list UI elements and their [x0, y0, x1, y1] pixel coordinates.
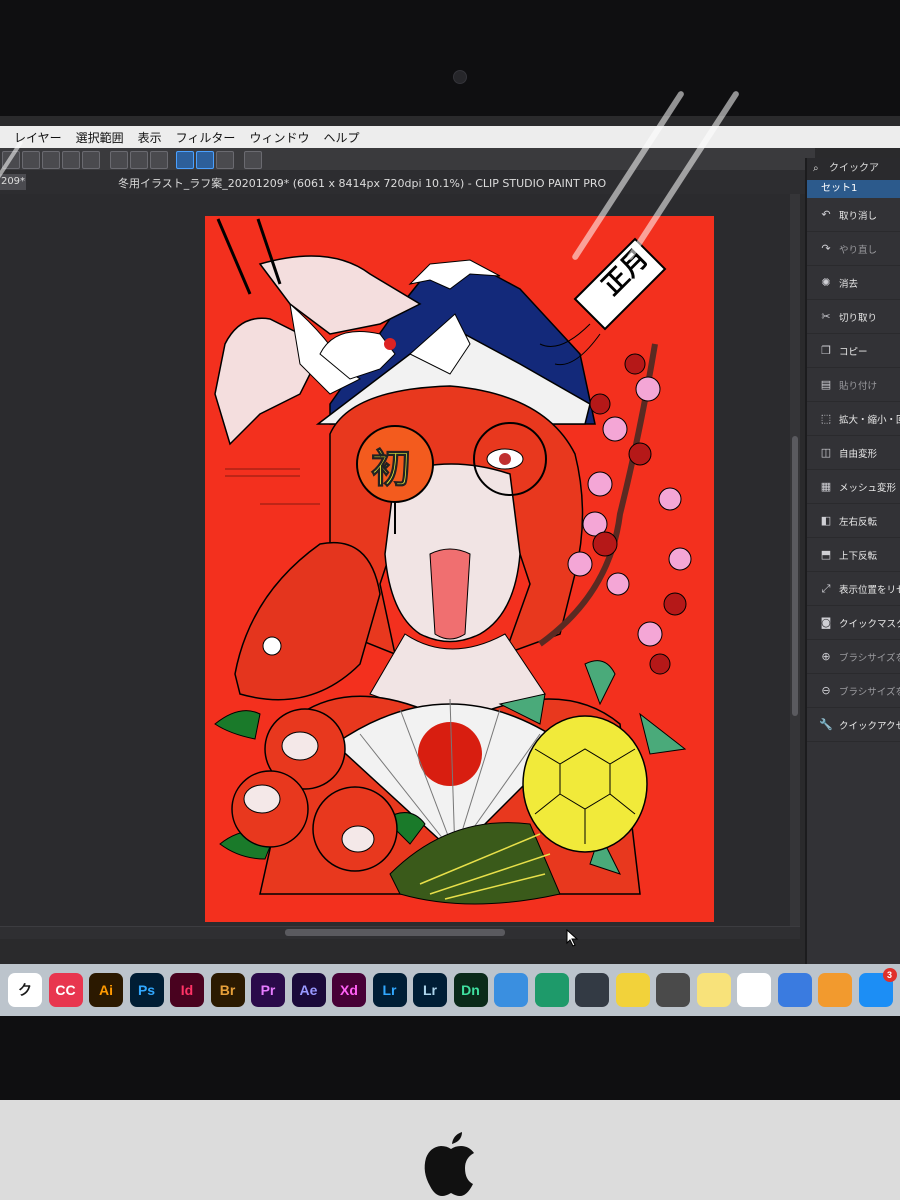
dock-app-lightroom[interactable]: Lr — [372, 973, 407, 1007]
invert-selection-button[interactable] — [42, 151, 60, 169]
reset-view-icon: ⤢ — [821, 581, 831, 595]
artwork: 正月 初 — [205, 216, 714, 922]
menu-help[interactable]: ヘルプ — [323, 129, 359, 146]
scissors-icon: ✂ — [821, 310, 831, 323]
dock-app-indesign[interactable]: Id — [170, 973, 204, 1007]
dock-app-illustrator[interactable]: Ai — [89, 973, 123, 1007]
clear-icon: ✺ — [821, 276, 831, 289]
dock-app-brackets[interactable] — [575, 973, 609, 1007]
mesh-transform-icon: ▦ — [820, 480, 832, 493]
dock-app-after-effects[interactable]: Ae — [291, 973, 326, 1007]
qa-settings[interactable]: 🔧クイックアクセス設定 — [807, 708, 900, 742]
artwork-page: 正月 初 — [205, 216, 714, 922]
qa-clear[interactable]: ✺ 消去 — [807, 266, 900, 300]
dock-app-premiere[interactable]: Pr — [251, 973, 285, 1007]
brush-size-up-icon: ⊕ — [821, 650, 831, 663]
quick-access-set-selector[interactable]: セット1 — [807, 180, 900, 198]
search-icon[interactable]: ⌕ — [813, 158, 819, 180]
dock-app-numbers[interactable] — [737, 973, 771, 1007]
dock-app-image-capture[interactable] — [656, 973, 690, 1007]
horizontal-scroll-thumb[interactable] — [285, 929, 505, 936]
document-title: 冬用イラスト_ラフ案_20201209* (6061 x 8414px 720d… — [118, 177, 607, 190]
dock-app-notes[interactable] — [696, 973, 731, 1007]
qa-cut[interactable]: ✂ 切り取り — [807, 300, 900, 334]
qa-paste[interactable]: ▤ 貼り付け — [807, 368, 900, 402]
stamp-text: 初 — [371, 446, 411, 492]
dock-app-xd[interactable]: Xd — [332, 973, 366, 1007]
qa-redo[interactable]: ↷ やり直し — [807, 232, 900, 266]
menu-bar: レイヤー 選択範囲 表示 フィルター ウィンドウ ヘルプ — [0, 126, 900, 148]
dock-app-bridge[interactable]: Br — [210, 973, 245, 1007]
qa-reset-view[interactable]: ⤢表示位置をリセット — [807, 572, 900, 606]
help-button[interactable] — [244, 151, 262, 169]
paste-icon: ▤ — [820, 378, 832, 391]
crop-button[interactable] — [82, 151, 100, 169]
free-transform-icon: ◫ — [820, 446, 832, 459]
dock-app-cyberduck[interactable] — [615, 973, 650, 1007]
dock: ク CC Ai Ps Id Br Pr Ae Xd Lr Lr Dn 3 — [0, 964, 900, 1016]
dock-app-app-store[interactable]: 3 — [858, 968, 897, 1007]
qa-flip-horizontal[interactable]: ◧ 左右反転 — [807, 504, 900, 538]
flip-vertical-icon: ⬒ — [820, 548, 832, 561]
document-bar: 209* 冬用イラスト_ラフ案_20201209* (6061 x 8414px… — [0, 170, 815, 194]
clear-selection-button[interactable] — [22, 151, 40, 169]
pen-snap-button[interactable] — [176, 151, 194, 169]
notification-badge: 3 — [882, 968, 897, 982]
dock-app-clip-studio[interactable]: ク — [8, 973, 42, 1007]
dock-app-photoshop[interactable]: Ps — [129, 973, 164, 1007]
quick-mask-icon: ◙ — [820, 616, 832, 629]
ruler-snap-button[interactable] — [110, 151, 128, 169]
mouse-cursor-icon — [566, 929, 579, 947]
grid-snap-button[interactable] — [150, 151, 168, 169]
qa-undo[interactable]: ↶ 取り消し — [807, 198, 900, 232]
qa-brush-size-down[interactable]: ⊖ブラシサイズを下げ — [807, 674, 900, 708]
dock-app-creative-cloud[interactable]: CC — [48, 973, 83, 1007]
qa-copy[interactable]: ❐ コピー — [807, 334, 900, 368]
special-ruler-snap-button[interactable] — [130, 151, 148, 169]
canvas-area[interactable]: 正月 初 — [0, 194, 795, 926]
qa-brush-size-up[interactable]: ⊕ブラシサイズを上げ — [807, 640, 900, 674]
qa-flip-vertical[interactable]: ⬒ 上下反転 — [807, 538, 900, 572]
flip-horizontal-icon: ◧ — [820, 514, 832, 527]
quick-access-header: ⌕ クイックア — [807, 158, 900, 180]
fill-button[interactable] — [62, 151, 80, 169]
menu-window[interactable]: ウィンドウ — [249, 129, 309, 146]
quick-access-panel: ⌕ クイックア セット1 ↶ 取り消し ↷ やり直し ✺ 消去 ✂ 切り取り ❐ コピー … — [805, 158, 900, 978]
screen: レイヤー 選択範囲 表示 フィルター ウィンドウ ヘルプ 209* 冬用イラスト… — [0, 116, 900, 1016]
wrench-icon: 🔧 — [819, 718, 833, 731]
dock-app-lightroom-classic[interactable]: Lr — [413, 973, 447, 1007]
menu-view[interactable]: 表示 — [138, 129, 162, 146]
qa-quick-mask[interactable]: ◙クイックマスクの変 — [807, 606, 900, 640]
scale-rotate-icon: ⬚ — [820, 412, 832, 425]
menu-selection[interactable]: 選択範囲 — [76, 129, 124, 146]
redo-icon: ↷ — [821, 242, 831, 255]
dock-app-pages[interactable] — [818, 973, 852, 1007]
brush-size-down-icon: ⊖ — [821, 684, 831, 697]
horizontal-scrollbar[interactable] — [0, 926, 800, 939]
copy-icon: ❐ — [821, 344, 831, 357]
qa-mesh-transform[interactable]: ▦ メッシュ変形 — [807, 470, 900, 504]
pen-line-button[interactable] — [216, 151, 234, 169]
dock-app-dimension[interactable]: Dn — [453, 973, 488, 1007]
vertical-scroll-thumb[interactable] — [792, 436, 798, 716]
document-tab[interactable]: 209* — [0, 174, 26, 190]
dock-app-xcode[interactable] — [494, 973, 528, 1007]
qa-scale-rotate[interactable]: ⬚拡大・縮小・回転 — [807, 402, 900, 436]
quick-access-title: クイックア — [829, 163, 879, 174]
dock-app-keynote[interactable] — [777, 973, 812, 1007]
dock-app-atom[interactable] — [534, 973, 569, 1007]
qa-free-transform[interactable]: ◫ 自由変形 — [807, 436, 900, 470]
webcam — [453, 70, 467, 84]
apple-logo-icon — [424, 1132, 474, 1196]
menu-filter[interactable]: フィルター — [176, 129, 236, 146]
pen-curve-button[interactable] — [196, 151, 214, 169]
undo-icon: ↶ — [821, 208, 831, 221]
monitor-chin — [0, 1100, 900, 1200]
